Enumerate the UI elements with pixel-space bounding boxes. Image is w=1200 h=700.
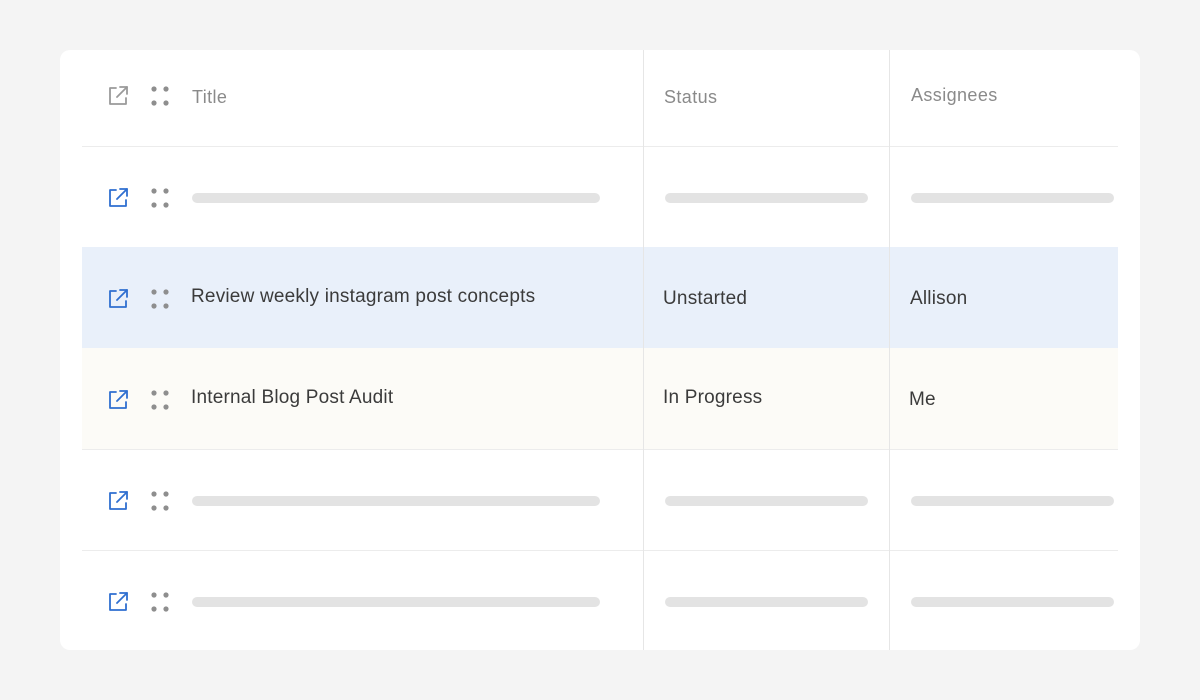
external-edit-icon[interactable]: [107, 389, 129, 411]
column-divider[interactable]: [643, 50, 644, 650]
column-divider[interactable]: [889, 50, 890, 650]
assignees-skeleton-placeholder: [911, 193, 1114, 203]
drag-handle-icon[interactable]: [151, 592, 169, 612]
external-edit-icon[interactable]: [107, 591, 129, 613]
external-edit-icon[interactable]: [107, 288, 129, 310]
task-table-card: Title Status Assignees Review weekly ins…: [60, 50, 1140, 650]
external-edit-icon: [109, 86, 128, 105]
assignees-skeleton-placeholder: [911, 597, 1114, 607]
status-skeleton-placeholder: [665, 193, 868, 203]
table-row-selected[interactable]: Review weekly instagram post concepts Un…: [82, 247, 1118, 348]
cell-status[interactable]: In Progress: [663, 387, 762, 409]
drag-handle-icon[interactable]: [151, 390, 169, 410]
status-skeleton-placeholder: [665, 597, 868, 607]
drag-handle-icon[interactable]: [151, 188, 169, 208]
drag-handle-icon[interactable]: [151, 289, 169, 309]
table-row[interactable]: [82, 449, 1118, 550]
status-skeleton-placeholder: [665, 496, 868, 506]
column-header-title[interactable]: Title: [192, 87, 227, 108]
table-row-highlighted[interactable]: Internal Blog Post Audit In Progress Me: [82, 348, 1118, 449]
drag-handle-icon: [151, 86, 169, 106]
task-table: Title Status Assignees Review weekly ins…: [82, 50, 1118, 650]
cell-assignees[interactable]: Allison: [910, 288, 967, 310]
title-skeleton-placeholder: [192, 193, 600, 203]
external-edit-icon[interactable]: [107, 490, 129, 512]
drag-handle-icon[interactable]: [151, 491, 169, 511]
title-skeleton-placeholder: [192, 496, 600, 506]
title-skeleton-placeholder: [192, 597, 600, 607]
table-row[interactable]: [82, 550, 1118, 650]
column-header-assignees[interactable]: Assignees: [911, 85, 998, 106]
cell-status[interactable]: Unstarted: [663, 288, 747, 310]
column-header-status[interactable]: Status: [664, 87, 717, 108]
cell-title[interactable]: Review weekly instagram post concepts: [191, 286, 535, 308]
table-row[interactable]: [82, 146, 1118, 247]
table-header-row: Title Status Assignees: [82, 50, 1118, 147]
assignees-skeleton-placeholder: [911, 496, 1114, 506]
external-edit-icon[interactable]: [107, 187, 129, 209]
cell-title[interactable]: Internal Blog Post Audit: [191, 387, 393, 409]
cell-assignees[interactable]: Me: [909, 389, 936, 411]
